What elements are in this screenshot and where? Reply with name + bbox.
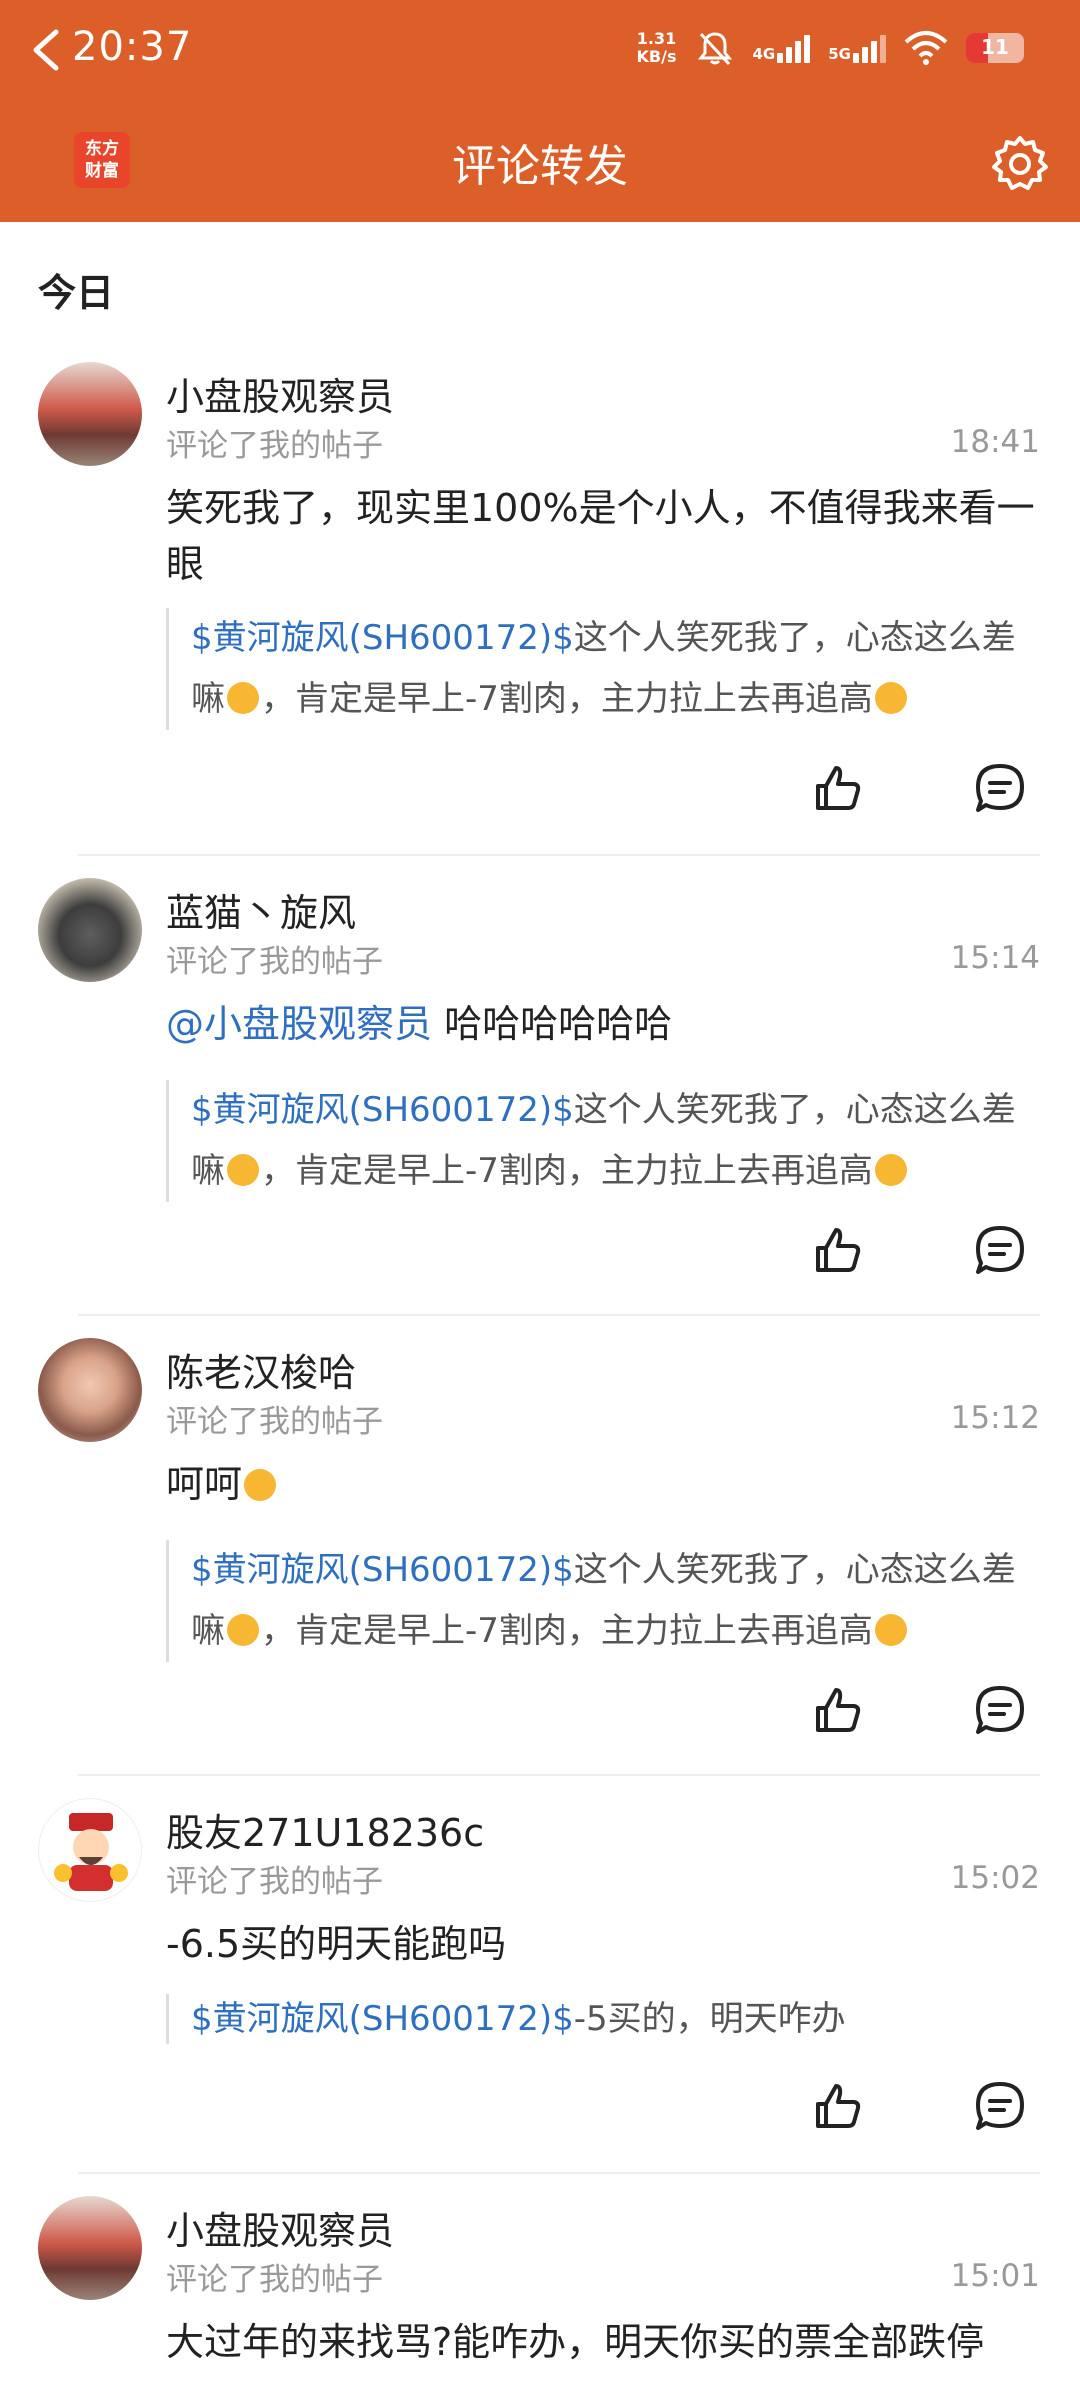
comment-item[interactable]: 蓝猫丶旋风 评论了我的帖子 15:14 @小盘股观察员 哈哈哈哈哈哈 $黄河旋风… xyxy=(0,878,1080,1308)
mute-icon xyxy=(697,32,732,66)
status-icons: 1.31 KB/s 4G 5G 11 xyxy=(637,26,1024,70)
divider xyxy=(78,1774,1040,1776)
timestamp: 18:41 xyxy=(950,424,1040,460)
reply-bubble-icon[interactable] xyxy=(972,1222,1028,1278)
laugh-emoji-icon xyxy=(227,682,259,714)
comment-text: -6.5买的明天能跑吗 xyxy=(166,1922,507,1966)
reply-bubble-icon[interactable] xyxy=(972,2078,1028,2134)
comment-item[interactable]: 陈老汉梭哈 评论了我的帖子 15:12 呵呵 $黄河旋风(SH600172)$这… xyxy=(0,1338,1080,1768)
stock-tag[interactable]: $黄河旋风(SH600172)$ xyxy=(191,618,574,658)
network-speed: 1.31 KB/s xyxy=(636,29,677,66)
like-thumb-icon[interactable] xyxy=(810,2078,866,2134)
settings-gear-icon[interactable] xyxy=(988,132,1052,196)
signal-4g: 4G xyxy=(753,33,811,63)
reply-bubble-icon[interactable] xyxy=(972,1682,1028,1738)
username[interactable]: 小盘股观察员 xyxy=(166,366,394,421)
laugh-emoji-icon xyxy=(227,1614,259,1646)
action-text: 评论了我的帖子 xyxy=(166,428,383,464)
section-today: 今日 xyxy=(38,271,115,315)
laugh-emoji-icon xyxy=(227,1154,259,1186)
stock-tag[interactable]: $黄河旋风(SH600172)$ xyxy=(191,1090,574,1130)
divider xyxy=(78,854,1040,856)
like-thumb-icon[interactable] xyxy=(810,1222,866,1278)
avatar[interactable] xyxy=(38,2196,142,2300)
username[interactable]: 小盘股观察员 xyxy=(166,2200,394,2255)
caishen-avatar-icon xyxy=(54,1813,128,1891)
comment-item[interactable]: 股友271U18236c 评论了我的帖子 15:02 -6.5买的明天能跑吗 $… xyxy=(0,1798,1080,2168)
battery-indicator: 11 xyxy=(966,33,1024,63)
comment-text: 呵呵 xyxy=(166,1456,1040,1512)
stock-tag[interactable]: $黄河旋风(SH600172)$ xyxy=(191,1550,574,1590)
comment-text: @小盘股观察员 哈哈哈哈哈哈 xyxy=(166,1002,673,1046)
wifi-icon xyxy=(904,31,948,65)
quoted-post[interactable]: $黄河旋风(SH600172)$这个人笑死我了，心态这么差嘛 ，肯定是早上-7割肉… xyxy=(166,1080,1040,1202)
quoted-post[interactable]: $黄河旋风(SH600172)$这个人笑死我了，心态这么差嘛 ，肯定是早上-7割肉… xyxy=(166,1540,1040,1662)
comment-item[interactable]: 小盘股观察员 评论了我的帖子 18:41 笑死我了，现实里100%是个小人，不值… xyxy=(0,362,1080,852)
timestamp: 15:01 xyxy=(950,2258,1040,2294)
username[interactable]: 股友271U18236c xyxy=(166,1802,484,1857)
timestamp: 15:14 xyxy=(950,940,1040,976)
comment-item[interactable]: 小盘股观察员 评论了我的帖子 15:01 大过年的来找骂?能咋办，明天你买的票全… xyxy=(0,2196,1080,2400)
action-text: 评论了我的帖子 xyxy=(166,1404,383,1440)
quoted-post[interactable]: $黄河旋风(SH600172)$-5买的，明天咋办 xyxy=(166,1994,1040,2044)
action-text: 评论了我的帖子 xyxy=(166,1864,383,1900)
avatar[interactable] xyxy=(38,1798,142,1902)
like-thumb-icon[interactable] xyxy=(810,1682,866,1738)
stock-tag[interactable]: $黄河旋风(SH600172)$ xyxy=(191,1999,574,2039)
timestamp: 15:12 xyxy=(950,1400,1040,1436)
like-thumb-icon[interactable] xyxy=(810,760,866,816)
avatar[interactable] xyxy=(38,878,142,982)
avatar[interactable] xyxy=(38,362,142,466)
divider xyxy=(78,1314,1040,1316)
action-text: 评论了我的帖子 xyxy=(166,2262,383,2298)
grin-emoji-icon xyxy=(874,1154,907,1186)
page-title: 评论转发 xyxy=(452,141,628,192)
timestamp: 15:02 xyxy=(950,1860,1040,1896)
avatar[interactable] xyxy=(38,1338,142,1442)
smirk-emoji-icon xyxy=(244,1469,277,1501)
username[interactable]: 陈老汉梭哈 xyxy=(166,1342,356,1397)
mention-link[interactable]: @小盘股观察员 xyxy=(166,1002,432,1046)
signal-5g: 5G xyxy=(828,33,886,63)
back-arrow-icon[interactable] xyxy=(18,18,78,82)
username[interactable]: 蓝猫丶旋风 xyxy=(166,882,356,937)
grin-emoji-icon xyxy=(874,682,907,714)
status-time: 20:37 xyxy=(72,24,193,70)
divider xyxy=(78,2172,1040,2174)
app-header: 20:37 1.31 KB/s 4G 5G 11 东方 财富 评论转发 xyxy=(0,0,1080,222)
reply-bubble-icon[interactable] xyxy=(972,760,1028,816)
comment-text: 大过年的来找骂?能咋办，明天你买的票全部跌停 xyxy=(166,2320,985,2364)
grin-emoji-icon xyxy=(874,1614,907,1646)
quoted-post[interactable]: $黄河旋风(SH600172)$这个人笑死我了，心态这么差嘛 ，肯定是早上-7割肉… xyxy=(166,608,1040,730)
comment-text: 笑死我了，现实里100%是个小人，不值得我来看一眼 xyxy=(166,486,1035,586)
action-text: 评论了我的帖子 xyxy=(166,944,383,980)
